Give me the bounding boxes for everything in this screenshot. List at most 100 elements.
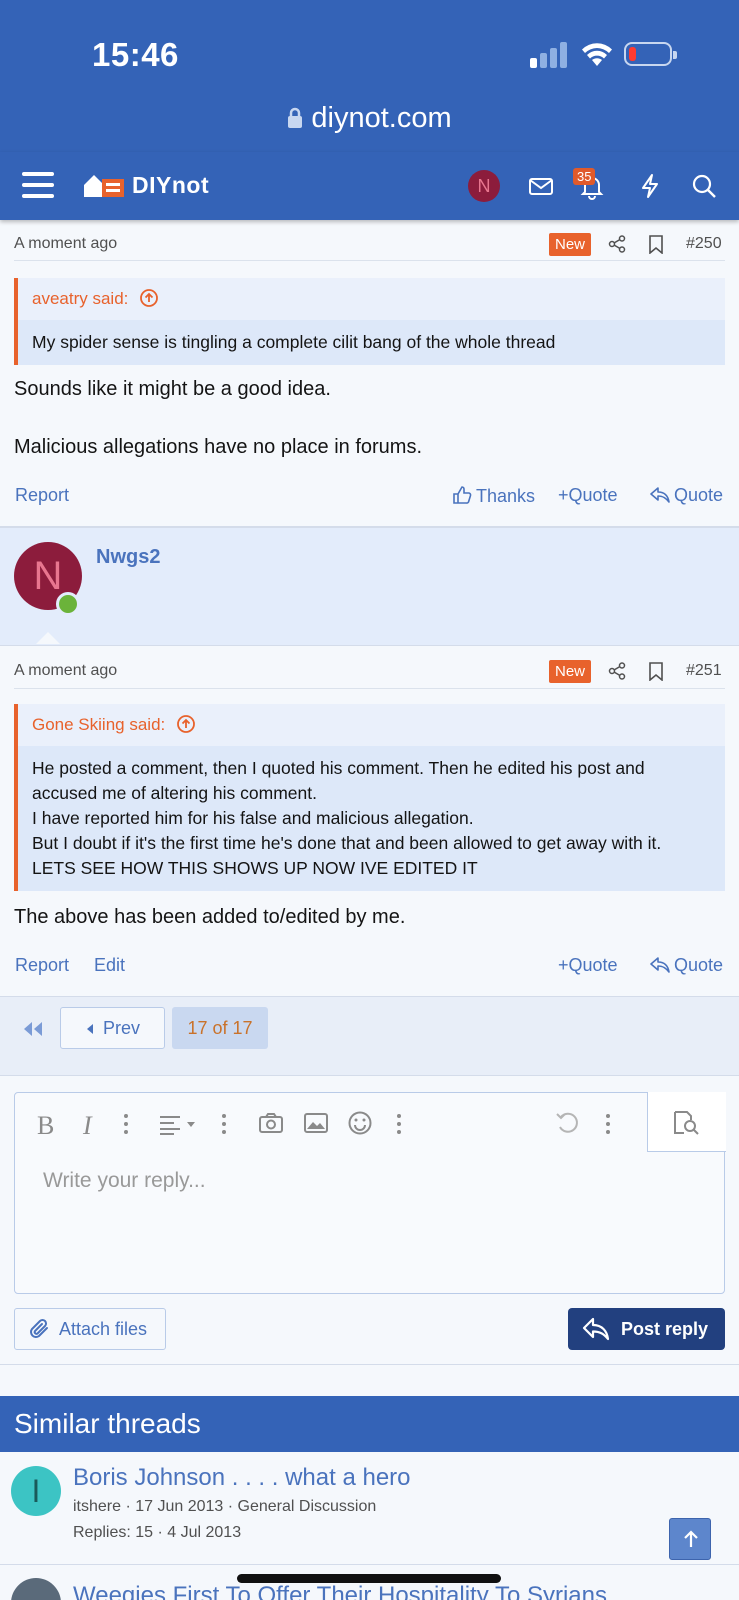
quote-header[interactable]: Gone Skiing said:	[18, 704, 725, 746]
online-status-icon	[56, 592, 80, 616]
italic-icon[interactable]: I	[83, 1111, 92, 1141]
post-actions-250: Report Thanks +Quote Quote	[0, 485, 739, 515]
address-bar[interactable]: diynot.com	[0, 102, 739, 135]
more-vertical-icon[interactable]	[396, 1113, 402, 1135]
prev-page-button[interactable]: Prev	[60, 1007, 165, 1049]
attach-files-button[interactable]: Attach files	[14, 1308, 166, 1350]
more-vertical-icon[interactable]	[221, 1113, 227, 1135]
multiquote-button[interactable]: +Quote	[558, 485, 618, 506]
paperclip-icon	[30, 1318, 48, 1338]
quote-header[interactable]: aveatry said:	[18, 278, 725, 320]
multiquote-button[interactable]: +Quote	[558, 955, 618, 976]
scroll-to-top-button[interactable]	[669, 1518, 711, 1560]
reply-icon	[650, 487, 670, 503]
quote-button[interactable]: Quote	[650, 955, 723, 976]
status-bar: 15:46 diynot.com	[0, 0, 739, 152]
post-actions-251: Report Edit +Quote Quote	[0, 955, 739, 985]
logo-house-icon	[84, 175, 124, 197]
page-indicator[interactable]: 17 of 17	[172, 1007, 268, 1049]
undo-icon[interactable]	[555, 1111, 581, 1135]
quote-button[interactable]: Quote	[650, 485, 723, 506]
caret-left-icon	[86, 1024, 93, 1034]
new-badge: New	[549, 660, 592, 683]
pagination: Prev 17 of 17	[0, 996, 739, 1076]
post-body-line: Malicious allegations have no place in f…	[14, 436, 422, 458]
report-link[interactable]: Report	[15, 955, 69, 976]
quote-block: Gone Skiing said: He posted a comment, t…	[14, 704, 725, 891]
share-icon[interactable]	[608, 662, 626, 680]
post-body-line: Sounds like it might be a good idea.	[14, 378, 331, 400]
quote-author: Gone Skiing said:	[32, 715, 166, 734]
thread-avatar[interactable]: I	[11, 1466, 61, 1516]
editor-toolbar: B I	[15, 1092, 726, 1153]
image-icon[interactable]	[303, 1112, 329, 1134]
quote-text: My spider sense is tingling a complete c…	[18, 320, 725, 365]
post-user-header: N Nwgs2	[0, 528, 739, 646]
url-text: diynot.com	[311, 102, 452, 134]
thread-avatar[interactable]	[11, 1578, 61, 1600]
site-logo[interactable]: DIYnot	[82, 170, 209, 200]
menu-icon[interactable]	[22, 172, 54, 198]
bookmark-icon[interactable]	[648, 662, 664, 681]
camera-icon[interactable]	[258, 1111, 284, 1135]
bolt-icon[interactable]	[636, 172, 664, 200]
thread-stats: Replies: 15 · 4 Jul 2013	[73, 1524, 242, 1541]
quote-label: Quote	[674, 485, 724, 505]
divider	[0, 1564, 739, 1565]
multiquote-label: Quote	[568, 485, 618, 505]
lock-icon	[288, 107, 303, 128]
thumbs-up-icon	[453, 486, 472, 504]
thanks-button[interactable]: Thanks	[452, 485, 535, 507]
arrow-up-circle-icon[interactable]	[139, 288, 159, 308]
similar-threads-heading: Similar threads	[0, 1396, 739, 1452]
align-icon[interactable]	[159, 1115, 199, 1135]
reply-icon	[650, 957, 670, 973]
post-meta-251: A moment ago New #251	[0, 652, 739, 692]
post-reply-button[interactable]: Post reply	[568, 1308, 725, 1350]
edit-link[interactable]: Edit	[94, 955, 125, 976]
quote-text: He posted a comment, then I quoted his c…	[18, 746, 725, 891]
new-badge: New	[549, 233, 592, 256]
preview-icon	[674, 1111, 699, 1135]
post-reply-label: Post reply	[621, 1319, 709, 1339]
section-separator	[0, 1364, 739, 1365]
report-link[interactable]: Report	[15, 485, 69, 506]
post-number[interactable]: #251	[686, 662, 722, 680]
quote-author: aveatry said:	[32, 289, 129, 308]
quote-line: He posted a comment, then I quoted his c…	[32, 758, 645, 778]
signal-icon	[530, 42, 567, 68]
smiley-icon[interactable]	[347, 1110, 373, 1136]
reply-editor[interactable]: B I Write your reply...	[14, 1092, 726, 1294]
clock: 15:46	[92, 36, 179, 73]
first-page-icon[interactable]	[22, 1021, 44, 1037]
quote-line: I have reported him for his false and ma…	[32, 808, 474, 828]
preview-toggle[interactable]	[647, 1092, 726, 1152]
user-avatar[interactable]: N	[468, 170, 500, 202]
more-vertical-icon[interactable]	[605, 1113, 611, 1135]
divider	[14, 688, 725, 689]
thanks-label: Thanks	[476, 486, 536, 506]
thread-title[interactable]: Weegies First To Offer Their Hospitality…	[73, 1582, 607, 1600]
battery-icon	[624, 42, 677, 66]
share-icon[interactable]	[608, 235, 626, 253]
home-indicator	[237, 1574, 501, 1583]
post-time[interactable]: A moment ago	[14, 662, 117, 680]
thread-meta: itshere · 17 Jun 2013 · General Discussi…	[73, 1498, 377, 1515]
arrow-up-circle-icon[interactable]	[176, 714, 196, 734]
post-number[interactable]: #250	[686, 235, 722, 253]
bookmark-icon[interactable]	[648, 235, 664, 254]
mail-icon[interactable]	[527, 172, 555, 200]
quote-line: LETS SEE HOW THIS SHOWS UP NOW IVE EDITE…	[32, 858, 478, 878]
thread-title[interactable]: Boris Johnson . . . . what a hero	[73, 1464, 411, 1492]
arrow-notch	[36, 632, 60, 644]
post-body-line: The above has been added to/edited by me…	[14, 906, 406, 928]
quote-label: Quote	[674, 955, 724, 975]
alert-count-badge: 35	[573, 168, 596, 185]
divider	[14, 260, 725, 261]
search-icon[interactable]	[690, 172, 718, 200]
author-name[interactable]: Nwgs2	[96, 546, 160, 569]
bold-icon[interactable]: B	[37, 1111, 54, 1141]
reply-icon	[582, 1317, 610, 1341]
post-time[interactable]: A moment ago	[14, 235, 117, 253]
more-vertical-icon[interactable]	[123, 1113, 129, 1135]
